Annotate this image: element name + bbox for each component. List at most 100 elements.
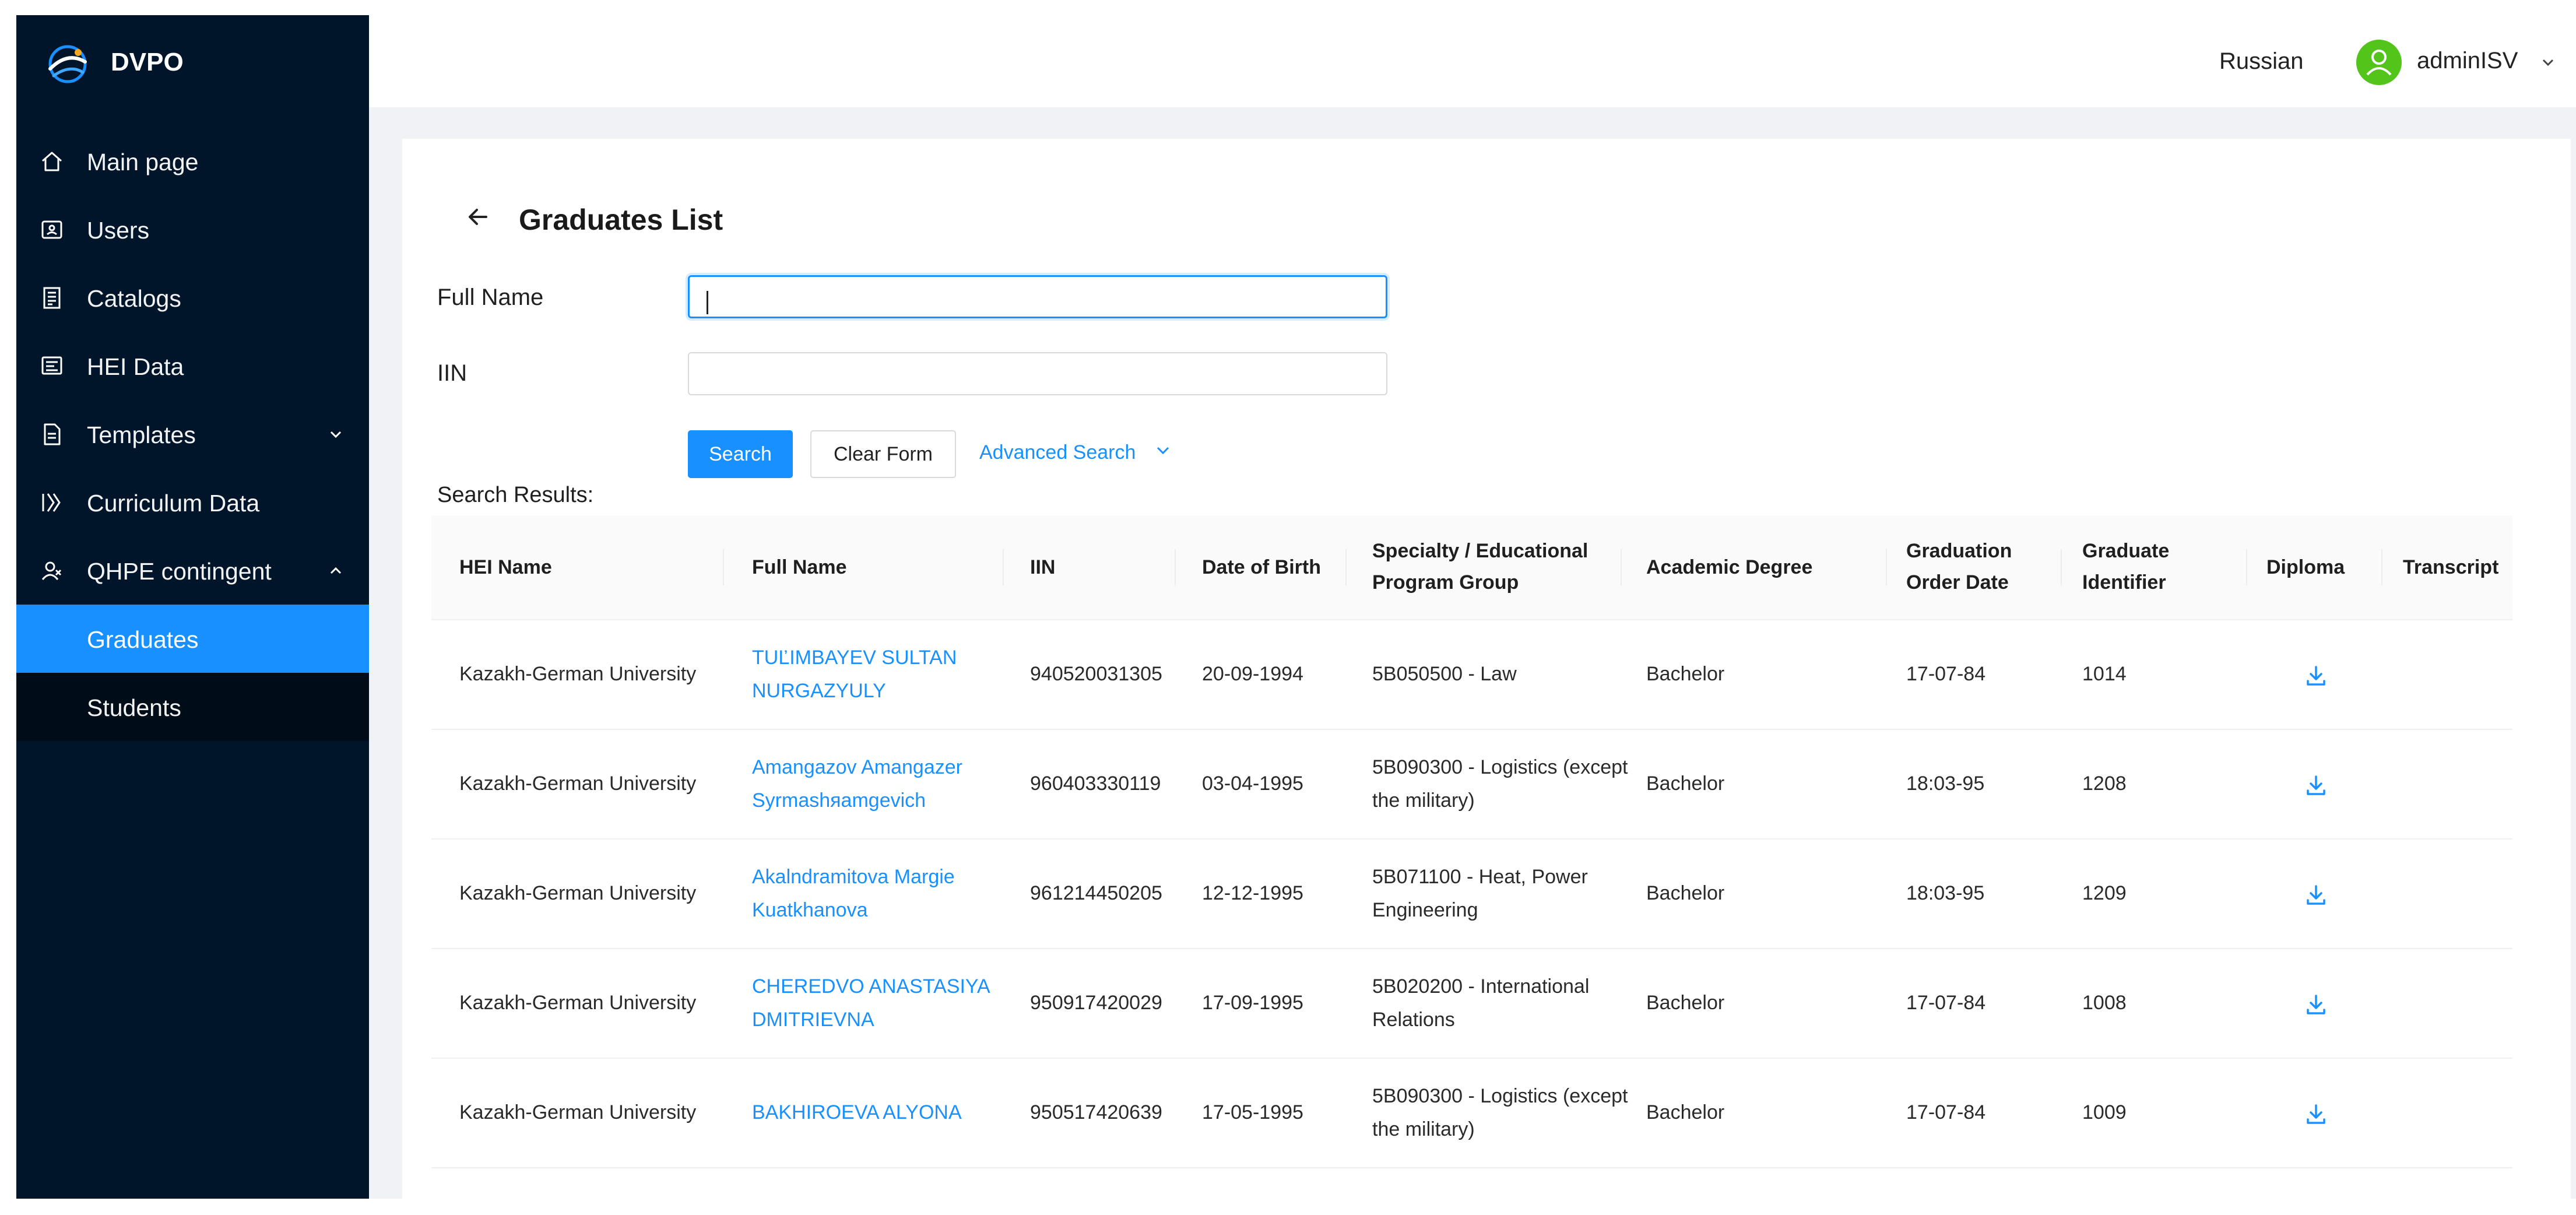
graduate-name-link[interactable]: TUĽIMBAYEV SULTAN NURGAZYULY <box>752 641 957 708</box>
content-card: Graduates List Full Name IIN Search Clea… <box>402 139 2571 1199</box>
contingent-icon <box>41 561 62 580</box>
cell-iin: 940520031305 <box>1030 663 1162 685</box>
iin-label: IIN <box>437 360 468 386</box>
app-window: DVPO Main page Users Catalogs HEI Data T… <box>16 15 2576 1199</box>
graduates-table: HEI Name Full Name IIN Date of Birth Spe… <box>431 515 2512 1168</box>
cell-date-of-birth: 20-09-1994 <box>1202 663 1303 685</box>
cell-graduate-identifier: 1014 <box>2082 663 2127 685</box>
column-header-transcript[interactable]: Transcript <box>2403 552 2498 583</box>
user-icon <box>2366 50 2392 76</box>
logo[interactable]: DVPO <box>16 15 369 114</box>
download-diploma-icon[interactable] <box>2304 663 2328 688</box>
sidebar-item-label: Users <box>87 217 150 244</box>
page-title: Graduates List <box>519 203 723 236</box>
cell-graduate-identifier: 1008 <box>2082 992 2127 1014</box>
cell-graduate-identifier: 1208 <box>2082 772 2127 795</box>
cell-hei-name: Kazakh-German University <box>459 772 697 795</box>
template-icon <box>44 423 61 445</box>
sidebar-item-hei-data[interactable]: HEI Data <box>16 332 369 400</box>
cell-specialty: 5B020200 - International Relations <box>1372 975 1590 1031</box>
advanced-search-link[interactable]: Advanced Search <box>979 441 1136 464</box>
graduate-name-link[interactable]: Akalndramitova Margie Kuatkhanova <box>752 861 955 927</box>
chevron-down-icon[interactable] <box>2540 55 2556 70</box>
text-cursor <box>707 291 708 314</box>
download-diploma-icon[interactable] <box>2304 1102 2328 1126</box>
language-switcher[interactable]: Russian <box>2219 48 2304 75</box>
full-name-input[interactable] <box>688 275 1387 318</box>
column-header-full-name[interactable]: Full Name <box>752 552 846 583</box>
back-arrow-icon[interactable] <box>463 202 493 232</box>
sidebar: DVPO Main page Users Catalogs HEI Data T… <box>16 15 369 1199</box>
column-header-diploma[interactable]: Diploma <box>2266 552 2345 583</box>
cell-specialty: 5B090300 - Logistics (except the military… <box>1372 756 1628 812</box>
cell-academic-degree: Bachelor <box>1646 772 1725 795</box>
sidebar-item-graduates[interactable]: Graduates <box>16 605 369 673</box>
cell-specialty: 5B071100 - Heat, Power Engineering <box>1372 866 1588 921</box>
table-row: Kazakh-German University BAKHIROEVA ALYO… <box>431 1059 2512 1168</box>
column-header-iin[interactable]: IIN <box>1030 552 1055 583</box>
sidebar-item-students[interactable]: Students <box>16 673 369 741</box>
logo-mark-icon <box>48 45 87 83</box>
cell-graduation-order-date: 18:03-95 <box>1906 882 1985 904</box>
column-header-hei-name[interactable]: HEI Name <box>459 552 552 583</box>
sidebar-item-templates[interactable]: Templates <box>16 400 369 468</box>
cell-hei-name: Kazakh-German University <box>459 992 697 1014</box>
graduate-name-link[interactable]: CHEREDVO ANASTASIYA DMITRIEVNA <box>752 970 990 1037</box>
cell-graduate-identifier: 1009 <box>2082 1101 2127 1123</box>
cell-date-of-birth: 03-04-1995 <box>1202 772 1303 795</box>
column-header-graduation-order-date[interactable]: Graduation Order Date <box>1906 535 2012 598</box>
cell-date-of-birth: 17-05-1995 <box>1202 1101 1303 1123</box>
cell-graduate-identifier: 1209 <box>2082 882 2127 904</box>
column-header-date-of-birth[interactable]: Date of Birth <box>1202 552 1321 583</box>
sidebar-menu: Main page Users Catalogs HEI Data Templa… <box>16 127 369 741</box>
sidebar-item-label: HEI Data <box>87 353 184 380</box>
cell-graduation-order-date: 18:03-95 <box>1906 772 1985 795</box>
cell-graduation-order-date: 17-07-84 <box>1906 992 1986 1014</box>
download-diploma-icon[interactable] <box>2304 992 2328 1017</box>
search-results-label: Search Results: <box>437 483 594 507</box>
sidebar-item-label: Main page <box>87 149 199 175</box>
cell-hei-name: Kazakh-German University <box>459 663 697 685</box>
clear-form-button[interactable]: Clear Form <box>810 430 956 478</box>
cell-graduation-order-date: 17-07-84 <box>1906 1101 1986 1123</box>
sidebar-item-label: Templates <box>87 422 196 448</box>
users-icon <box>41 220 62 239</box>
table-row: Kazakh-German University Amangazov Amang… <box>431 730 2512 840</box>
cell-iin: 950517420639 <box>1030 1101 1162 1123</box>
table-row: Kazakh-German University CHEREDVO ANASTA… <box>431 949 2512 1059</box>
chevron-up-icon <box>330 567 342 574</box>
download-diploma-icon[interactable] <box>2304 883 2328 907</box>
cell-date-of-birth: 17-09-1995 <box>1202 992 1303 1014</box>
logo-text: DVPO <box>111 48 184 76</box>
table-row: Kazakh-German University TUĽIMBAYEV SULT… <box>431 620 2512 730</box>
avatar[interactable] <box>2356 40 2402 85</box>
search-button[interactable]: Search <box>688 430 793 478</box>
sidebar-item-catalogs[interactable]: Catalogs <box>16 264 369 332</box>
top-header: Russian adminISV <box>369 15 2576 108</box>
column-header-academic-degree[interactable]: Academic Degree <box>1646 552 1812 583</box>
sidebar-item-label: Curriculum Data <box>87 490 260 517</box>
graduate-name-link[interactable]: BAKHIROEVA ALYONA <box>752 1096 962 1129</box>
cell-academic-degree: Bachelor <box>1646 1101 1725 1123</box>
column-header-graduate-identifier[interactable]: Graduate Identifier <box>2082 535 2169 598</box>
sidebar-item-users[interactable]: Users <box>16 195 369 264</box>
graduate-name-link[interactable]: Amangazov Amangazer Syrmashяamgevich <box>752 751 962 817</box>
hei-data-icon <box>41 356 62 375</box>
cell-iin: 950917420029 <box>1030 992 1162 1014</box>
column-header-specialty[interactable]: Specialty / Educational Program Group <box>1372 535 1588 598</box>
cell-graduation-order-date: 17-07-84 <box>1906 663 1986 685</box>
sidebar-item-qhpe-contingent[interactable]: QHPE contingent <box>16 536 369 605</box>
sidebar-item-main-page[interactable]: Main page <box>16 127 369 195</box>
cell-specialty: 5B050500 - Law <box>1372 663 1517 685</box>
table-row: Kazakh-German University Akalndramitova … <box>431 840 2512 949</box>
sidebar-item-label: Students <box>87 694 181 721</box>
user-name[interactable]: adminISV <box>2417 48 2518 74</box>
iin-input[interactable] <box>688 352 1387 395</box>
download-diploma-icon[interactable] <box>2304 773 2328 798</box>
sidebar-item-curriculum-data[interactable]: Curriculum Data <box>16 468 369 536</box>
chevron-down-icon[interactable] <box>1154 442 1172 459</box>
cell-academic-degree: Bachelor <box>1646 992 1725 1014</box>
cell-academic-degree: Bachelor <box>1646 663 1725 685</box>
chevron-down-icon <box>330 431 342 438</box>
curriculum-icon <box>42 493 61 512</box>
